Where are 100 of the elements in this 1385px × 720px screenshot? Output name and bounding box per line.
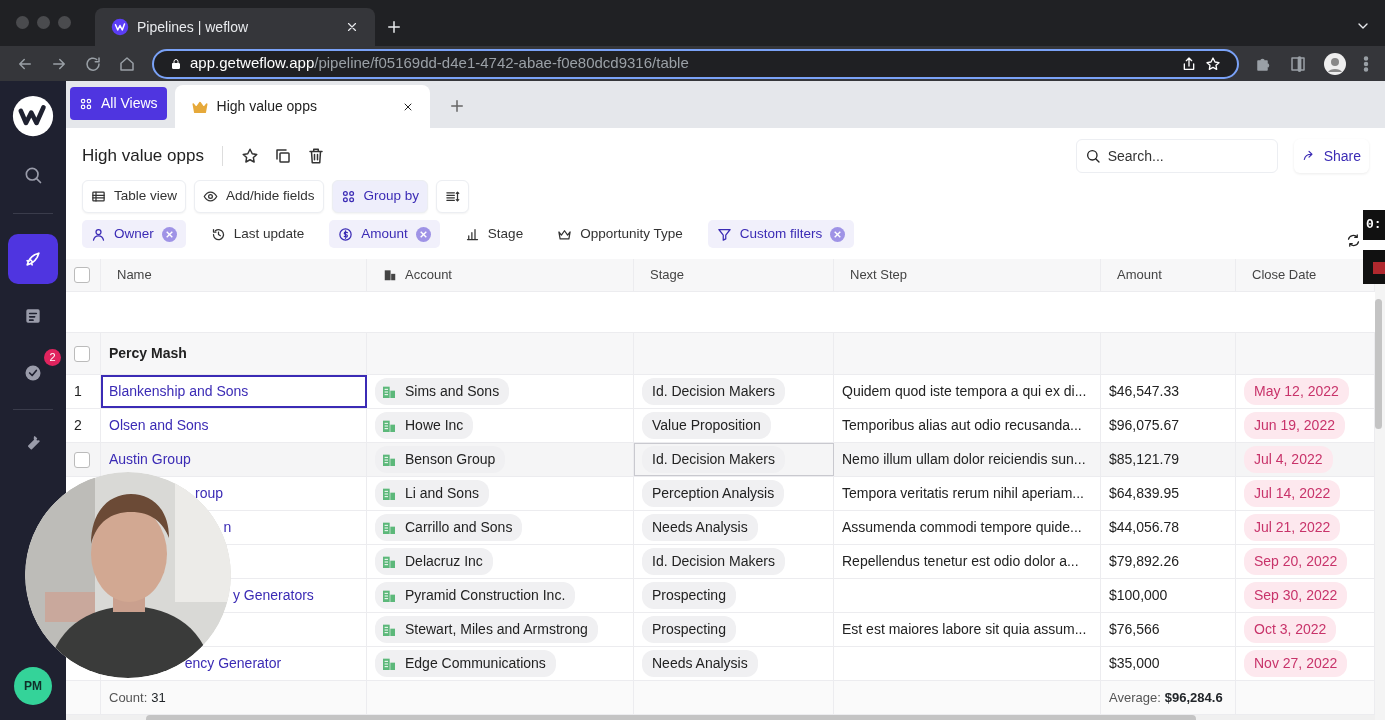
funnel-icon (716, 226, 732, 242)
date-tag: Nov 27, 2022 (1244, 650, 1348, 677)
all-views-button[interactable]: All Views (70, 87, 167, 120)
account-tag[interactable]: Benson Group (375, 446, 506, 473)
history-icon (210, 226, 226, 242)
app-logo-icon[interactable] (12, 95, 54, 137)
date-tag: Jul 14, 2022 (1244, 480, 1341, 507)
checkbox[interactable] (74, 345, 90, 362)
browser-tab[interactable]: Pipelines | weflow (95, 8, 375, 46)
scrollbar-thumb[interactable] (1375, 299, 1382, 429)
row-number: 2 (74, 416, 82, 435)
account-tag[interactable]: Pyramid Construction Inc. (375, 582, 576, 609)
count-value: 31 (151, 688, 166, 707)
search-icon (1084, 148, 1101, 164)
date-tag: Jun 19, 2022 (1244, 412, 1345, 439)
record-link[interactable]: Blankenship and Sons (109, 381, 249, 402)
table-cell-text: $96,075.67 (1109, 416, 1180, 435)
stage-tag: Id. Decision Makers (642, 548, 785, 575)
account-tag[interactable]: Edge Communications (375, 650, 556, 677)
account-tag[interactable]: Li and Sons (375, 480, 489, 507)
stage-tag: Value Proposition (642, 412, 771, 439)
average-value: $96,284.6 (1164, 688, 1223, 707)
table-cell-text: Repellendus tenetur est odio dolor a... (842, 552, 1079, 571)
filter-chip[interactable]: Owner (82, 220, 186, 248)
record-link[interactable]: Austin Group (109, 449, 191, 470)
table-cell-text: Assumenda commodi tempore quide... (842, 518, 1082, 537)
table-cell-text: $44,056.78 (1109, 518, 1180, 537)
sort-icon (445, 189, 461, 204)
filter-chip[interactable]: Last update (201, 220, 314, 248)
url-text: app.getweflow.app/pipeline/f05169dd-d4e1-4742-abae-f0e80dcd9316/table (190, 53, 690, 74)
eye-icon (203, 189, 219, 204)
table-cell-text: $100,000 (1109, 586, 1168, 605)
hovered-cell[interactable]: Id. Decision Makers (634, 443, 834, 476)
table-cell-text: $64,839.95 (1109, 484, 1180, 503)
trash-icon[interactable] (306, 147, 325, 165)
filter-chip[interactable]: Opportunity Type (548, 220, 692, 248)
column-header[interactable]: Name (101, 259, 367, 291)
sync-icon[interactable] (1346, 232, 1361, 248)
remove-icon[interactable] (161, 226, 177, 242)
profile-avatar-icon[interactable] (1323, 51, 1347, 76)
account-tag[interactable]: Delacruz Inc (375, 548, 493, 575)
date-tag: Sep 20, 2022 (1244, 548, 1348, 575)
building-icon (383, 268, 397, 282)
remove-icon[interactable] (830, 226, 846, 242)
share-button[interactable]: Share (1293, 139, 1369, 173)
duplicate-icon[interactable] (273, 147, 292, 165)
column-header[interactable]: Stage (634, 259, 834, 291)
record-link[interactable]: ency Generator (184, 653, 282, 674)
sidebar-icon[interactable] (1289, 54, 1307, 73)
reload-icon[interactable] (84, 54, 102, 73)
date-tag: Oct 3, 2022 (1244, 616, 1337, 643)
address-bar[interactable]: app.getweflow.app/pipeline/f05169dd-d4e1-4742-abae-f0e80dcd9316/table (152, 48, 1239, 79)
column-header[interactable]: Account (405, 265, 452, 285)
date-tag: Jul 21, 2022 (1244, 514, 1341, 541)
record-link[interactable]: n (223, 517, 232, 538)
table-cell-text: $79,892.26 (1109, 552, 1180, 571)
record-link[interactable]: y Generators (232, 585, 314, 606)
table-cell-text: $76,566 (1109, 620, 1160, 639)
user-avatar[interactable]: PM (14, 667, 52, 705)
toolbar-button[interactable]: Table view (82, 180, 187, 213)
filter-chip[interactable]: Custom filters (707, 220, 855, 248)
grid-icon (79, 96, 93, 111)
table-cell-text: Est est maiores labore sit quia assum... (842, 620, 1087, 639)
remove-icon[interactable] (415, 226, 431, 242)
selected-cell[interactable]: Blankenship and Sons (101, 375, 367, 408)
record-link[interactable]: roup (194, 483, 223, 504)
account-tag[interactable]: Stewart, Miles and Armstrong (375, 616, 598, 643)
star-icon[interactable] (240, 147, 259, 165)
average-label: Average: (1109, 688, 1161, 707)
share-icon[interactable] (1181, 55, 1197, 72)
filter-chip[interactable]: Stage (455, 220, 533, 248)
column-header[interactable]: Next Step (834, 259, 1101, 291)
account-tag[interactable]: Sims and Sons (375, 378, 510, 405)
more-icon[interactable] (1363, 54, 1369, 73)
search-field[interactable]: Search... (1075, 139, 1278, 173)
account-tag[interactable]: Howe Inc (375, 412, 474, 439)
filter-chip[interactable]: Amount (329, 220, 440, 248)
lock-icon (170, 56, 182, 71)
checkbox[interactable] (74, 451, 90, 468)
stage-tag: Prospecting (642, 582, 736, 609)
toolbar-button[interactable]: Group by (331, 180, 429, 213)
toolbar-button[interactable] (436, 180, 470, 213)
person-icon (91, 226, 106, 242)
plus-icon[interactable] (385, 18, 403, 36)
table-cell-text: Tempora veritatis rerum nihil aperiam... (842, 484, 1084, 503)
view-tab[interactable]: High value opps (174, 85, 430, 128)
stage-tag: Prospecting (642, 616, 736, 643)
table-cell-text: $35,000 (1109, 654, 1160, 673)
account-tag[interactable]: Carrillo and Sons (375, 514, 523, 541)
checkbox[interactable] (74, 267, 90, 283)
column-header[interactable]: Amount (1101, 259, 1236, 291)
hovered-row[interactable]: Austin Group Benson Group Id. Decision Makers Nemo illum ullam dolor reiciendis sun... $85,121.79 Jul 4, 2022 (66, 443, 1375, 477)
home-icon[interactable] (118, 54, 136, 73)
recording-timer-overlay: 0: (1363, 210, 1385, 240)
app-logo-icon (111, 18, 129, 36)
star-icon[interactable] (1205, 55, 1221, 72)
record-link[interactable]: Olsen and Sons (109, 415, 209, 436)
stage-tag: Needs Analysis (642, 650, 758, 677)
close-icon[interactable] (345, 20, 359, 34)
toolbar-button[interactable]: Add/hide fields (194, 180, 324, 213)
